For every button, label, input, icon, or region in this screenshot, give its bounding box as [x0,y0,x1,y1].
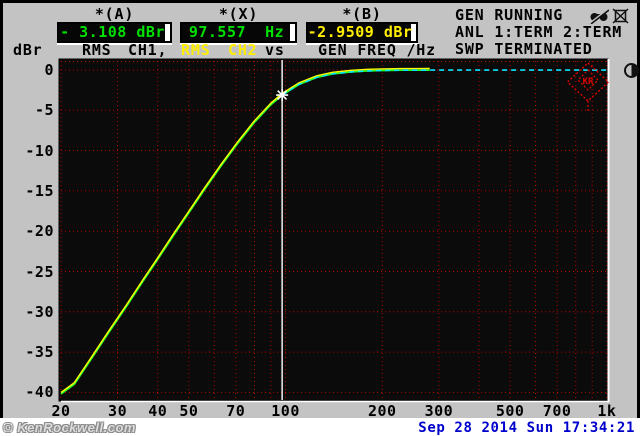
kenrockwell-watermark: © KenRockwell.com [3,420,136,435]
kr-diamond-letters: KR [583,77,594,87]
datetime-stamp: Sep 28 2014 Sun 17:34:21 [418,420,635,436]
audio-analyzer-screen: *(A) *(X) *(B) - 3.108 dBr 97.557 Hz -2.… [0,0,640,436]
plot-svg: KR [58,58,610,403]
